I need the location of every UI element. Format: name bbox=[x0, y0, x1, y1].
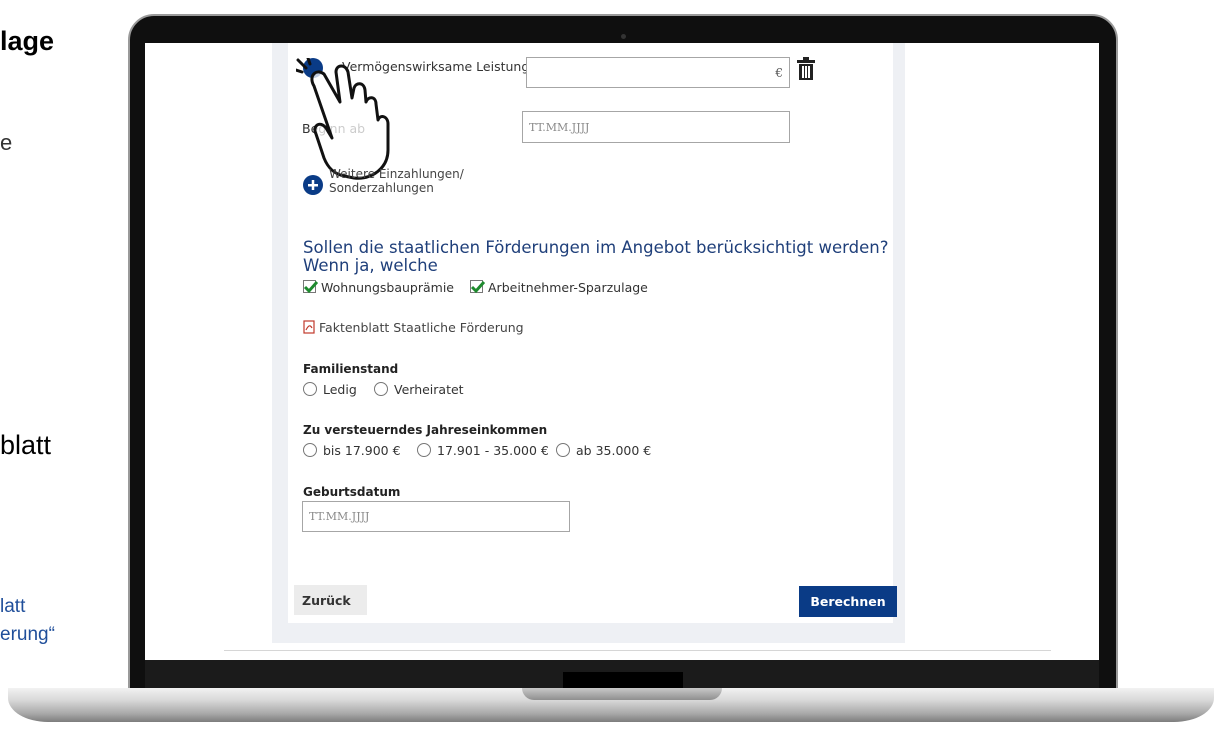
check-icon bbox=[470, 281, 485, 294]
radio-income-high[interactable] bbox=[556, 443, 570, 457]
birthdate-input[interactable]: TT.MM.JJJJ bbox=[302, 501, 570, 532]
birthdate-placeholder: TT.MM.JJJJ bbox=[309, 510, 370, 523]
radio-income-low[interactable] bbox=[303, 443, 317, 457]
slide-link-line2: erung“ bbox=[0, 624, 55, 645]
add-payment-button[interactable]: Weitere Einzahlungen/ Sonderzahlungen bbox=[303, 167, 483, 203]
radio-ledig-label: Ledig bbox=[323, 382, 357, 397]
radio-ledig[interactable] bbox=[303, 382, 317, 396]
pdf-icon bbox=[303, 320, 315, 334]
add-payment-label-line2: Sonderzahlungen bbox=[329, 181, 434, 195]
plus-circle-icon bbox=[303, 175, 323, 195]
vl-amount-input[interactable]: € bbox=[526, 57, 790, 88]
slide-title-fragment: lage bbox=[0, 26, 55, 56]
trash-icon[interactable] bbox=[796, 57, 816, 81]
calculate-button[interactable]: Berechnen bbox=[799, 586, 897, 617]
radio-verheiratet[interactable] bbox=[374, 382, 388, 396]
hand-pointer-icon bbox=[294, 56, 406, 183]
arbeitnehmer-label: Arbeitnehmer-Sparzulage bbox=[488, 280, 648, 295]
slide-text-fragment: e bbox=[0, 130, 13, 155]
back-button[interactable]: Zurück bbox=[294, 585, 367, 615]
check-icon bbox=[303, 281, 318, 294]
laptop-base-notch bbox=[522, 688, 722, 700]
wohnungsbau-checkbox[interactable] bbox=[303, 280, 318, 294]
add-payment-label-line1: Weitere Einzahlungen/ bbox=[329, 167, 464, 181]
begin-date-input[interactable]: TT.MM.JJJJ bbox=[522, 111, 790, 143]
radio-income-mid-label: 17.901 - 35.000 € bbox=[437, 443, 549, 458]
factsheet-label: Faktenblatt Staatliche Förderung bbox=[319, 320, 524, 335]
camera-icon bbox=[621, 34, 626, 39]
laptop-screen: Vermögenswirksame Leistung € Beginn ab T… bbox=[145, 43, 1099, 660]
subsidy-question: Sollen die staatlichen Förderungen im An… bbox=[303, 238, 889, 275]
footer-divider bbox=[224, 650, 1051, 651]
slide-heading-fragment: blatt bbox=[0, 430, 52, 460]
wohnungsbau-label: Wohnungsbauprämie bbox=[321, 280, 455, 295]
radio-income-high-label: ab 35.000 € bbox=[576, 443, 652, 458]
laptop-model-label bbox=[563, 672, 683, 688]
slide-link-line1: latt bbox=[0, 596, 26, 617]
birthdate-label: Geburtsdatum bbox=[303, 485, 401, 499]
income-label: Zu versteuerndes Jahreseinkommen bbox=[303, 423, 548, 437]
euro-sign: € bbox=[775, 66, 783, 80]
arbeitnehmer-checkbox[interactable] bbox=[470, 280, 485, 294]
begin-date-placeholder: TT.MM.JJJJ bbox=[529, 120, 590, 134]
factsheet-link[interactable]: Faktenblatt Staatliche Förderung bbox=[303, 320, 563, 338]
radio-income-low-label: bis 17.900 € bbox=[323, 443, 401, 458]
radio-verheiratet-label: Verheiratet bbox=[394, 382, 464, 397]
radio-income-mid[interactable] bbox=[417, 443, 431, 457]
family-status-label: Familienstand bbox=[303, 362, 399, 376]
